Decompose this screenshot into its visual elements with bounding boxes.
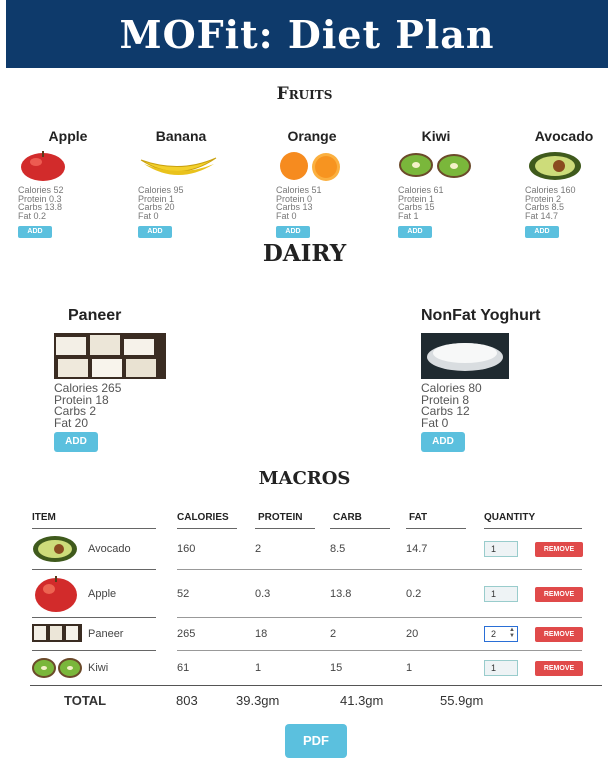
fruit-card-orange: Orange Calories 51 Protein 0 Carbs 13 Fa… [276,128,386,238]
paneer-thumb [32,624,82,642]
row-carb: 8.5 [330,543,346,555]
row-calories: 265 [177,628,196,640]
header-item: ITEM [32,512,56,523]
fruit-card-kiwi: Kiwi Calories 61 Protein 1 Carbs 15 Fat … [398,128,508,238]
fruit-name: Orange [287,128,337,144]
header-calories: CALORIES [177,512,229,523]
remove-button[interactable]: REMOVE [535,587,583,602]
fruit-name: Avocado [534,128,594,144]
divider [177,569,582,570]
apple-image [18,150,98,182]
row-item-name: Kiwi [88,662,109,674]
divider [330,528,390,529]
row-protein: 0.3 [255,588,271,600]
add-paneer-button[interactable]: ADD [54,432,98,452]
divider [177,617,582,618]
dairy-fat: Fat 20 [54,415,89,430]
row-carb: 15 [330,662,343,674]
avocado-thumb [33,536,77,562]
paneer-image [54,333,166,379]
fruit-fat: Fat 1 [398,210,419,221]
fruit-fat: Fat 14.7 [525,210,559,221]
row-carb: 13.8 [330,588,352,600]
kiwi-thumb [32,658,82,678]
row-calories: 160 [177,543,196,555]
app-header: MOFit: Diet Plan [6,0,608,68]
divider [32,528,156,529]
total-calories: 803 [176,693,198,708]
quantity-input[interactable]: 1 [484,586,518,602]
total-carb: 41.3gm [340,693,384,708]
row-calories: 52 [177,588,190,600]
total-protein: 39.3gm [236,693,280,708]
quantity-value: 2 [491,629,497,639]
divider [177,528,237,529]
add-orange-button[interactable]: ADD [276,226,310,238]
divider [484,528,582,529]
row-item-name: Avocado [88,543,131,555]
fruit-name: Banana [155,128,207,144]
divider [255,528,315,529]
page-title: MOFit: Diet Plan [119,11,495,57]
row-item-name: Paneer [88,628,124,640]
add-yoghurt-button[interactable]: ADD [421,432,465,452]
dairy-name: Paneer [68,307,122,324]
divider [32,569,156,570]
banana-image [138,150,218,182]
total-label: TOTAL [64,693,107,708]
fruit-card-avocado: Avocado Calories 160 Protein 2 Carbs 8.5… [525,128,607,238]
quantity-input[interactable]: 1 [484,660,518,676]
fruit-fat: Fat 0 [138,210,159,221]
remove-button[interactable]: REMOVE [535,661,583,676]
row-fat: 20 [406,628,419,640]
add-avocado-button[interactable]: ADD [525,226,559,238]
row-fat: 1 [406,662,413,674]
fruit-name: Apple [48,128,88,144]
fruit-card-banana: Banana Calories 95 Protein 1 Carbs 20 Fa… [138,128,248,238]
dairy-section-title: DAIRY [262,240,347,267]
divider [32,617,156,618]
dairy-card-paneer: Paneer Calories 265 Protein 18 Carbs 2 F… [54,307,166,452]
fruits-section-title: Fruits [276,84,333,104]
dairy-card-yoghurt: NonFat Yoghurt Calories 80 Protein 8 Car… [421,307,540,452]
total-fat: 55.9gm [440,693,484,708]
quantity-input[interactable]: 1 [484,541,518,557]
add-kiwi-button[interactable]: ADD [398,226,432,238]
header-protein: PROTEIN [258,512,303,523]
divider [32,650,156,651]
orange-image [276,150,356,182]
apple-thumb [35,576,77,612]
row-protein: 18 [255,628,268,640]
divider [177,650,582,651]
avocado-image [525,150,585,182]
row-carb: 2 [330,628,337,640]
row-item-name: Apple [88,588,117,600]
divider [30,685,602,686]
yoghurt-image [421,333,509,379]
add-banana-button[interactable]: ADD [138,226,172,238]
kiwi-image [398,150,478,182]
row-protein: 1 [255,662,262,674]
row-calories: 61 [177,662,190,674]
fruit-fat: Fat 0.2 [18,210,47,221]
remove-button[interactable]: REMOVE [535,627,583,642]
fruit-fat: Fat 0 [276,210,297,221]
header-quantity: QUANTITY [484,512,536,523]
dairy-name: NonFat Yoghurt [421,307,541,324]
add-apple-button[interactable]: ADD [18,226,52,238]
pdf-button[interactable]: PDF [285,724,347,758]
spinner-arrows-icon[interactable]: ▲ ▼ [509,627,515,639]
row-fat: 0.2 [406,588,422,600]
row-fat: 14.7 [406,543,428,555]
macros-section-title: MACROS [258,468,351,489]
row-protein: 2 [255,543,262,555]
divider [406,528,466,529]
header-carb: CARB [333,512,362,523]
remove-button[interactable]: REMOVE [535,542,583,557]
fruit-name: Kiwi [421,128,451,144]
dairy-fat: Fat 0 [421,415,449,430]
fruit-card-apple: Apple Calories 52 Protein 0.3 Carbs 13.8… [18,128,128,238]
quantity-stepper[interactable]: 2 ▲ ▼ [484,626,518,642]
header-fat: FAT [409,512,428,523]
